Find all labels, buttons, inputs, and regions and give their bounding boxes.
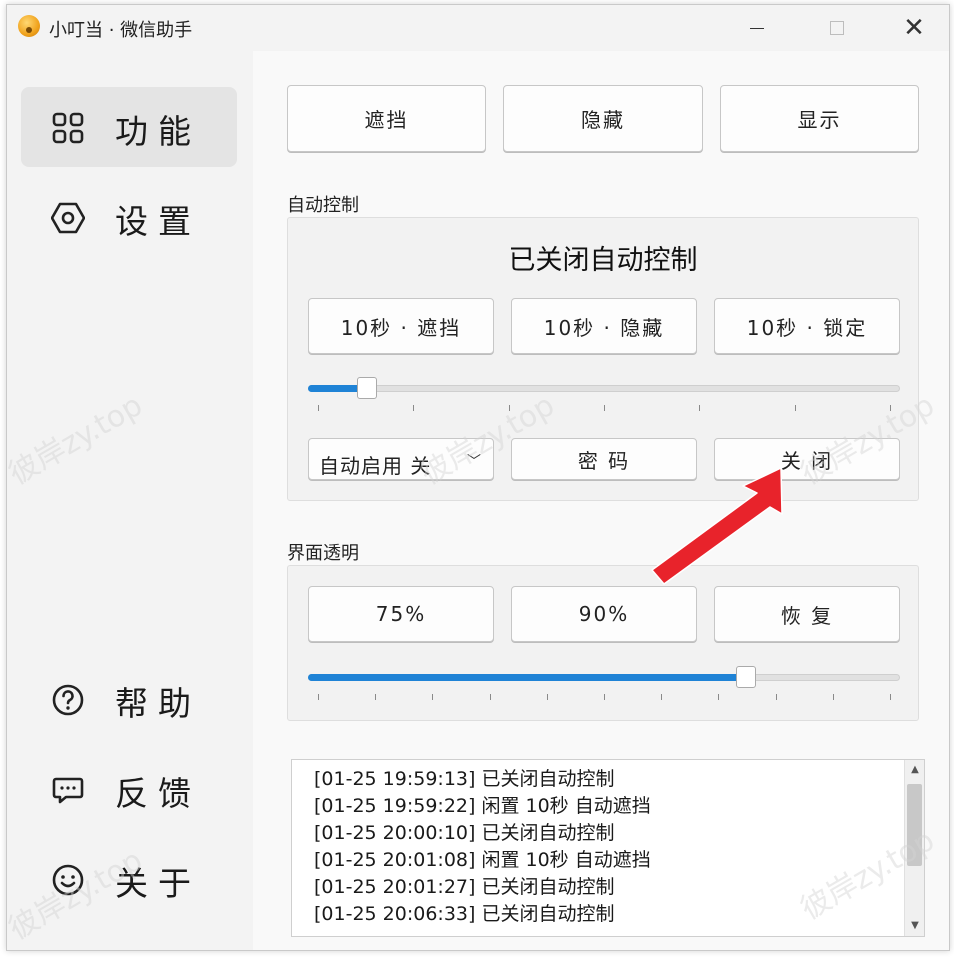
minimize-button[interactable] [734, 11, 780, 45]
app-window: 小叮当 · 微信助手 ✕ 功能 设置 帮助 反馈 关于 遮挡 隐藏 显示 自动控… [6, 4, 950, 951]
maximize-button[interactable] [814, 11, 860, 45]
slider-tick [890, 694, 891, 700]
auto-block-10s-button[interactable]: 10秒 · 遮挡 [308, 298, 494, 354]
main-content: 遮挡 隐藏 显示 自动控制 已关闭自动控制 10秒 · 遮挡 10秒 · 隐藏 … [253, 51, 949, 950]
slider-tick [490, 694, 491, 700]
close-window-button[interactable]: ✕ [891, 11, 937, 45]
slider-tick [318, 694, 319, 700]
feedback-chat-icon [52, 777, 84, 804]
auto-enable-value: 自动启用 关 [319, 454, 432, 478]
slider-tick [604, 694, 605, 700]
opacity-75-button[interactable]: 75% [308, 586, 494, 642]
auto-control-status: 已关闭自动控制 [508, 245, 698, 276]
scroll-up-icon[interactable]: ▲ [905, 760, 924, 780]
hexagon-settings-icon [51, 202, 85, 234]
transparency-label: 界面透明 [287, 543, 359, 564]
password-button[interactable]: 密 码 [511, 438, 697, 480]
log-line: [01-25 19:59:22] 闲置 10秒 自动遮挡 [314, 795, 651, 817]
question-icon [52, 684, 84, 716]
sidebar-item-label: 关于 [115, 864, 201, 903]
slider-tick [413, 405, 414, 411]
auto-enable-select[interactable]: 自动启用 关 ﹀ [308, 438, 494, 480]
close-icon: ✕ [903, 13, 925, 43]
slider-tick [795, 405, 796, 411]
auto-control-group: 已关闭自动控制 10秒 · 遮挡 10秒 · 隐藏 10秒 · 锁定 自动启用 … [287, 217, 919, 501]
transparency-group: 75% 90% 恢 复 [287, 565, 919, 721]
sidebar-item-label: 功能 [115, 112, 201, 151]
close-auto-control-button[interactable]: 关 闭 [714, 438, 900, 480]
opacity-90-button[interactable]: 90% [511, 586, 697, 642]
slider-tick [318, 405, 319, 411]
slider-tick [661, 694, 662, 700]
maximize-icon [830, 21, 844, 35]
sidebar-item-help[interactable]: 帮助 [21, 659, 237, 739]
slider-tick [375, 694, 376, 700]
sidebar: 功能 设置 帮助 反馈 关于 [7, 51, 253, 950]
sidebar-item-about[interactable]: 关于 [21, 839, 237, 919]
auto-control-label: 自动控制 [287, 195, 359, 216]
transparency-slider[interactable] [308, 660, 900, 700]
restore-opacity-button[interactable]: 恢 复 [714, 586, 900, 642]
block-button[interactable]: 遮挡 [287, 85, 486, 152]
hide-button[interactable]: 隐藏 [503, 85, 703, 152]
title-bar[interactable]: 小叮当 · 微信助手 ✕ [7, 5, 949, 51]
slider-tick [890, 405, 891, 411]
window-title: 小叮当 · 微信助手 [49, 20, 193, 41]
slider-tick [432, 694, 433, 700]
chevron-down-icon: ﹀ [467, 454, 483, 470]
slider-tick [833, 694, 834, 700]
sidebar-item-feedback[interactable]: 反馈 [21, 749, 237, 829]
slider-tick [604, 405, 605, 411]
log-list[interactable]: [01-25 19:59:13] 已关闭自动控制 [01-25 19:59:22… [291, 759, 925, 937]
log-line: [01-25 20:01:08] 闲置 10秒 自动遮挡 [314, 849, 651, 871]
idle-time-slider[interactable] [308, 371, 900, 411]
auto-hide-10s-button[interactable]: 10秒 · 隐藏 [511, 298, 697, 354]
log-line: [01-25 20:06:33] 已关闭自动控制 [314, 903, 615, 925]
bell-app-icon [18, 15, 40, 37]
smile-icon [52, 864, 84, 896]
slider-tick [509, 405, 510, 411]
log-line: [01-25 20:01:27] 已关闭自动控制 [314, 876, 615, 898]
log-line: [01-25 19:59:13] 已关闭自动控制 [314, 768, 615, 790]
slider-tick [699, 405, 700, 411]
sidebar-item-label: 设置 [115, 202, 201, 241]
sidebar-item-label: 反馈 [115, 774, 201, 813]
sidebar-item-label: 帮助 [115, 684, 201, 723]
scroll-down-icon[interactable]: ▼ [905, 916, 924, 936]
scrollbar-thumb[interactable] [907, 784, 922, 866]
slider-handle[interactable] [736, 666, 756, 688]
show-button[interactable]: 显示 [720, 85, 919, 152]
sidebar-item-functions[interactable]: 功能 [21, 87, 237, 167]
slider-track [308, 385, 900, 392]
sidebar-item-settings[interactable]: 设置 [21, 177, 237, 257]
slider-fill [308, 674, 746, 681]
minimize-icon [750, 27, 764, 29]
log-scrollbar[interactable]: ▲ ▼ [904, 760, 924, 936]
log-line: [01-25 20:00:10] 已关闭自动控制 [314, 822, 615, 844]
auto-lock-10s-button[interactable]: 10秒 · 锁定 [714, 298, 900, 354]
slider-handle[interactable] [357, 377, 377, 399]
slider-tick [547, 694, 548, 700]
slider-tick [776, 694, 777, 700]
slider-tick [718, 694, 719, 700]
grid-icon [52, 112, 84, 144]
